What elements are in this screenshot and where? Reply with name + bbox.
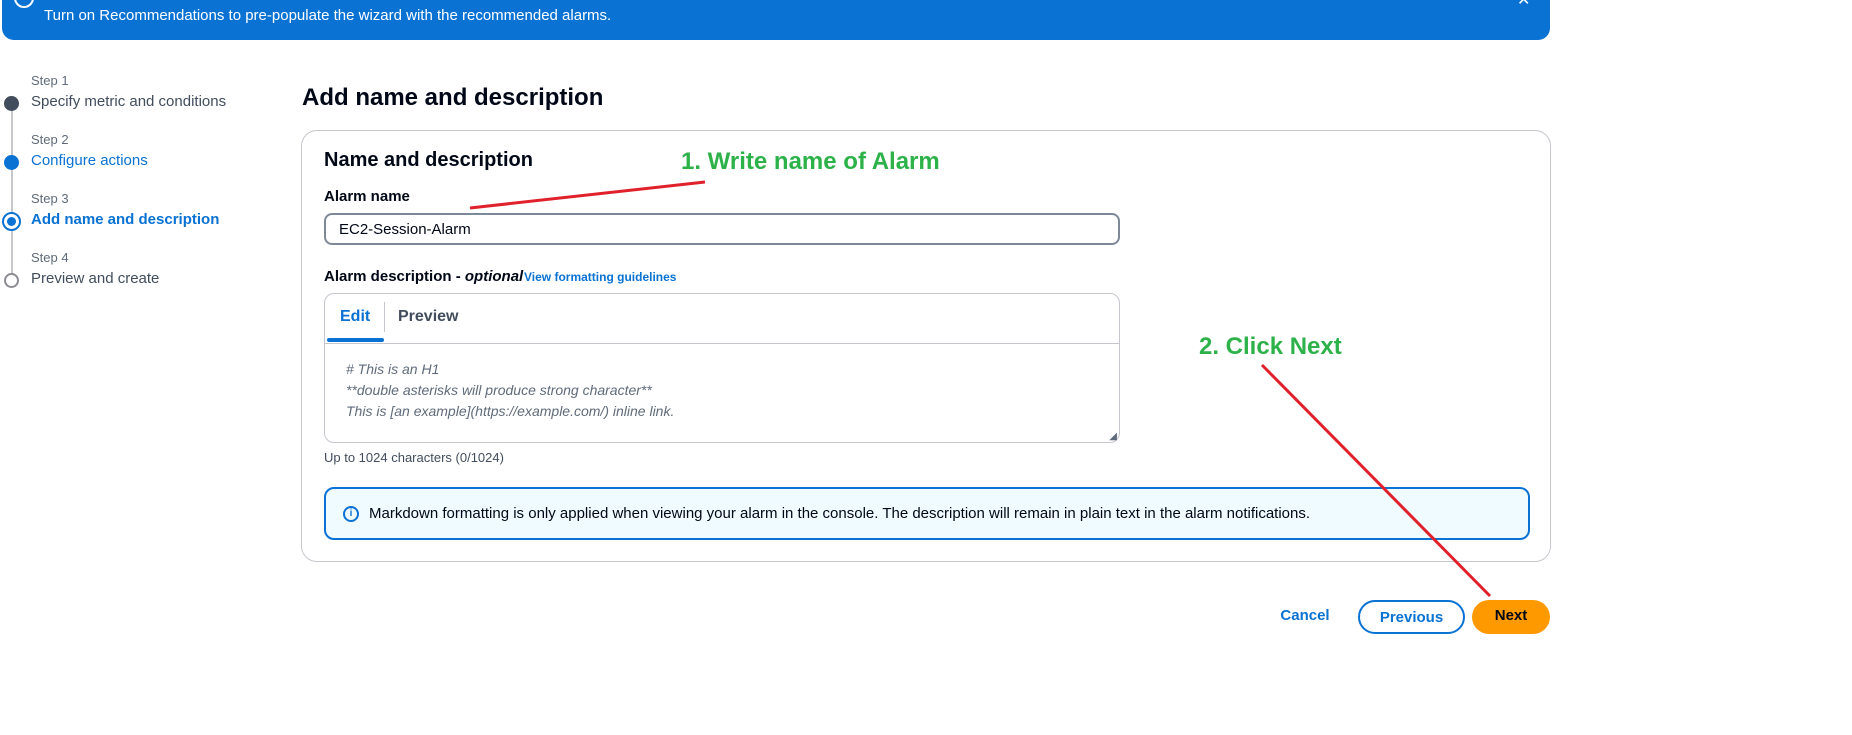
cancel-button[interactable]: Cancel bbox=[1270, 600, 1340, 634]
previous-button[interactable]: Previous bbox=[1358, 600, 1465, 634]
arrow-to-next bbox=[1260, 363, 1492, 598]
annotation-arrows bbox=[469, 180, 1492, 598]
arrow-to-alarm-name bbox=[469, 180, 706, 210]
next-button[interactable]: Next bbox=[1472, 600, 1550, 634]
